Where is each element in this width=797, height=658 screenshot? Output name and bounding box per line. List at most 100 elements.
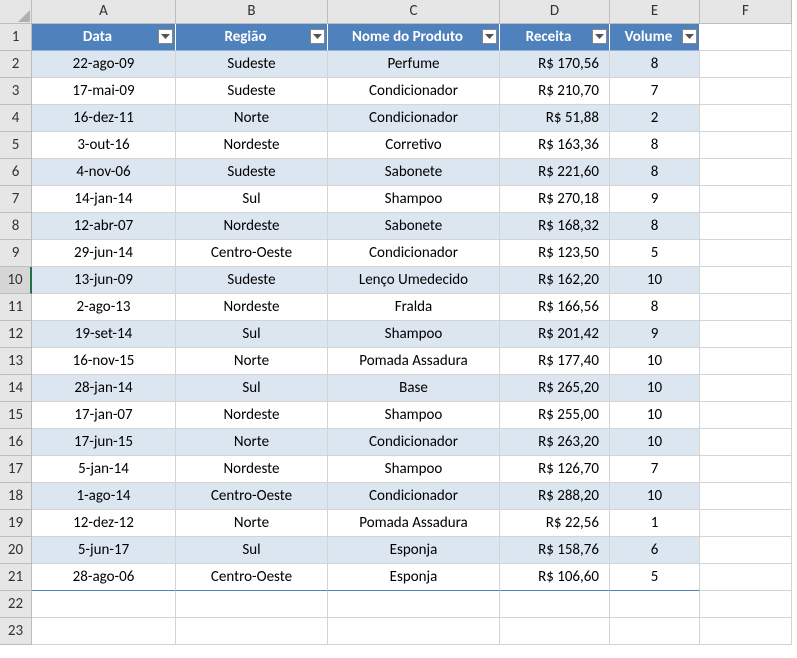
row-header-16[interactable]: 16 — [0, 429, 32, 456]
cell-E4[interactable]: 2 — [610, 105, 700, 132]
cell-B8[interactable]: Nordeste — [176, 213, 328, 240]
cell-C13[interactable]: Pomada Assadura — [328, 348, 500, 375]
cell-A8[interactable]: 12-abr-07 — [32, 213, 176, 240]
cell-B15[interactable]: Nordeste — [176, 402, 328, 429]
cell-B7[interactable]: Sul — [176, 186, 328, 213]
cell-D10[interactable]: R$ 162,20 — [500, 267, 610, 294]
cell-E20[interactable]: 6 — [610, 537, 700, 564]
cell-C10[interactable]: Lenço Umedecido — [328, 267, 500, 294]
row-header-17[interactable]: 17 — [0, 456, 32, 483]
column-header-C[interactable]: C — [328, 0, 500, 24]
cell-E3[interactable]: 7 — [610, 78, 700, 105]
row-header-18[interactable]: 18 — [0, 483, 32, 510]
column-header-F[interactable]: F — [700, 0, 792, 24]
row-header-21[interactable]: 21 — [0, 564, 32, 591]
cell-B17[interactable]: Nordeste — [176, 456, 328, 483]
cell-B23[interactable] — [176, 618, 328, 645]
cell-F21[interactable] — [700, 564, 792, 591]
cell-D6[interactable]: R$ 221,60 — [500, 159, 610, 186]
cell-A6[interactable]: 4-nov-06 — [32, 159, 176, 186]
col-a-filter-button[interactable] — [158, 29, 173, 44]
cell-E6[interactable]: 8 — [610, 159, 700, 186]
table-header-d[interactable]: Receita — [500, 24, 610, 51]
cell-A22[interactable] — [32, 591, 176, 618]
cell-A20[interactable]: 5-jun-17 — [32, 537, 176, 564]
cell-B13[interactable]: Norte — [176, 348, 328, 375]
cell-A9[interactable]: 29-jun-14 — [32, 240, 176, 267]
cell-D19[interactable]: R$ 22,56 — [500, 510, 610, 537]
cell-F18[interactable] — [700, 483, 792, 510]
cell-B12[interactable]: Sul — [176, 321, 328, 348]
row-header-2[interactable]: 2 — [0, 51, 32, 78]
table-header-a[interactable]: Data — [32, 24, 176, 51]
cell-A16[interactable]: 17-jun-15 — [32, 429, 176, 456]
cell-D20[interactable]: R$ 158,76 — [500, 537, 610, 564]
cell-A11[interactable]: 2-ago-13 — [32, 294, 176, 321]
cell-C19[interactable]: Pomada Assadura — [328, 510, 500, 537]
cell-C2[interactable]: Perfume — [328, 51, 500, 78]
cell-A21[interactable]: 28-ago-06 — [32, 564, 176, 591]
cell-F17[interactable] — [700, 456, 792, 483]
row-header-4[interactable]: 4 — [0, 105, 32, 132]
cell-B11[interactable]: Nordeste — [176, 294, 328, 321]
cell-B3[interactable]: Sudeste — [176, 78, 328, 105]
cell-E8[interactable]: 8 — [610, 213, 700, 240]
column-header-D[interactable]: D — [500, 0, 610, 24]
cell-D5[interactable]: R$ 163,36 — [500, 132, 610, 159]
row-header-7[interactable]: 7 — [0, 186, 32, 213]
row-header-15[interactable]: 15 — [0, 402, 32, 429]
row-header-23[interactable]: 23 — [0, 618, 32, 645]
cell-F6[interactable] — [700, 159, 792, 186]
col-c-filter-button[interactable] — [482, 29, 497, 44]
cell-D8[interactable]: R$ 168,32 — [500, 213, 610, 240]
cell-D15[interactable]: R$ 255,00 — [500, 402, 610, 429]
row-header-3[interactable]: 3 — [0, 78, 32, 105]
cell-D12[interactable]: R$ 201,42 — [500, 321, 610, 348]
cell-A12[interactable]: 19-set-14 — [32, 321, 176, 348]
row-header-1[interactable]: 1 — [0, 24, 32, 51]
cell-C15[interactable]: Shampoo — [328, 402, 500, 429]
cell-E11[interactable]: 8 — [610, 294, 700, 321]
cell-B5[interactable]: Nordeste — [176, 132, 328, 159]
cell-D17[interactable]: R$ 126,70 — [500, 456, 610, 483]
cell-C3[interactable]: Condicionador — [328, 78, 500, 105]
cell-C20[interactable]: Esponja — [328, 537, 500, 564]
cell-A2[interactable]: 22-ago-09 — [32, 51, 176, 78]
cell-B21[interactable]: Centro-Oeste — [176, 564, 328, 591]
cell-C16[interactable]: Condicionador — [328, 429, 500, 456]
cell-F12[interactable] — [700, 321, 792, 348]
cell-E2[interactable]: 8 — [610, 51, 700, 78]
cell-B22[interactable] — [176, 591, 328, 618]
cell-F8[interactable] — [700, 213, 792, 240]
cell-F19[interactable] — [700, 510, 792, 537]
select-all-corner[interactable] — [0, 0, 32, 24]
cell-D23[interactable] — [500, 618, 610, 645]
cell-D7[interactable]: R$ 270,18 — [500, 186, 610, 213]
cell-B6[interactable]: Sudeste — [176, 159, 328, 186]
row-header-10[interactable]: 10 — [0, 267, 32, 294]
cell-C7[interactable]: Shampoo — [328, 186, 500, 213]
row-header-5[interactable]: 5 — [0, 132, 32, 159]
col-e-filter-button[interactable] — [682, 29, 697, 44]
cell-D9[interactable]: R$ 123,50 — [500, 240, 610, 267]
cell-E21[interactable]: 5 — [610, 564, 700, 591]
cell-A5[interactable]: 3-out-16 — [32, 132, 176, 159]
cell-C12[interactable]: Shampoo — [328, 321, 500, 348]
row-header-22[interactable]: 22 — [0, 591, 32, 618]
cell-F10[interactable] — [700, 267, 792, 294]
cell-B16[interactable]: Norte — [176, 429, 328, 456]
cell-F11[interactable] — [700, 294, 792, 321]
cell-C21[interactable]: Esponja — [328, 564, 500, 591]
cell-E14[interactable]: 10 — [610, 375, 700, 402]
cell-D22[interactable] — [500, 591, 610, 618]
cell-F14[interactable] — [700, 375, 792, 402]
row-header-19[interactable]: 19 — [0, 510, 32, 537]
column-header-B[interactable]: B — [176, 0, 328, 24]
cell-C6[interactable]: Sabonete — [328, 159, 500, 186]
row-header-13[interactable]: 13 — [0, 348, 32, 375]
cell-F3[interactable] — [700, 78, 792, 105]
cell-C22[interactable] — [328, 591, 500, 618]
column-header-A[interactable]: A — [32, 0, 176, 24]
cell-E22[interactable] — [610, 591, 700, 618]
cell-F4[interactable] — [700, 105, 792, 132]
